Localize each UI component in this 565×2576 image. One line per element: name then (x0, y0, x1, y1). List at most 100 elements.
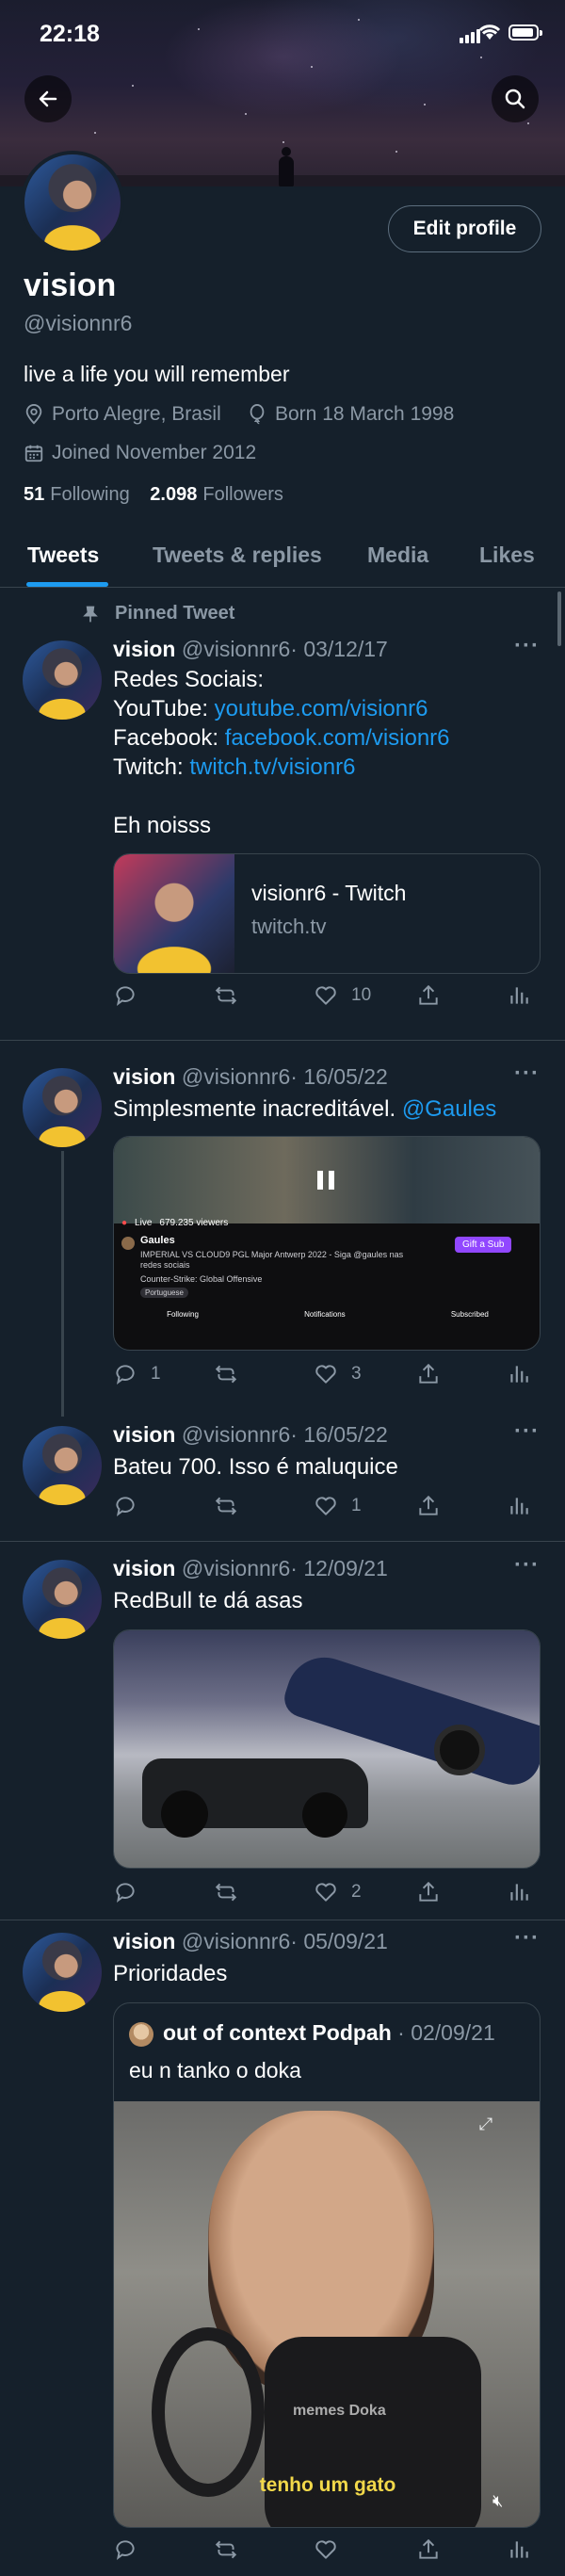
retweet-button[interactable] (214, 983, 251, 1008)
edit-profile-button[interactable]: Edit profile (388, 205, 541, 252)
stream-notifications: Notifications (304, 1310, 346, 1319)
gift-sub-button[interactable]: Gift a Sub (455, 1237, 512, 1253)
analytics-button[interactable] (507, 983, 544, 1008)
tweet-date[interactable]: · 03/12/17 (290, 637, 388, 661)
search-button[interactable] (492, 75, 539, 122)
card-title: visionr6 - Twitch (251, 881, 407, 905)
tweet-line-label: Twitch: (113, 754, 190, 780)
tweet-body: Simplesmente inacreditável. (113, 1096, 402, 1122)
expand-icon[interactable]: ⤢ (472, 2114, 500, 2143)
tweet-line-label: YouTube: (113, 696, 215, 721)
reply-count: 1 (151, 1364, 161, 1384)
tweet-actions (113, 2537, 556, 2566)
facebook-link[interactable]: facebook.com/visionr6 (225, 725, 450, 751)
tweet-line: YouTube: youtube.com/visionr6 (113, 694, 450, 723)
profile-avatar[interactable] (21, 151, 124, 254)
profile-tabs: Tweets Tweets & replies Media Likes (0, 529, 565, 588)
retweet-icon (215, 1497, 237, 1515)
reply-button[interactable] (113, 983, 151, 1008)
scrollbar-thumb[interactable] (557, 591, 561, 646)
heart-icon (315, 1365, 336, 1384)
youtube-link[interactable]: youtube.com/visionr6 (215, 696, 428, 721)
retweet-icon (215, 986, 237, 1005)
tweet-date[interactable]: · 16/05/22 (290, 1064, 388, 1089)
tweet-avatar[interactable] (23, 1560, 102, 1639)
reply-button[interactable] (113, 1880, 151, 1904)
retweet-button[interactable] (214, 2537, 251, 2562)
stream-screenshot[interactable]: ● Live 679.235 viewers Gaules IMPERIAL VS … (113, 1136, 541, 1351)
tweet-actions: 2 (113, 1880, 556, 1908)
like-button[interactable]: 10 (314, 983, 371, 1008)
tab-likes[interactable]: Likes (479, 543, 535, 568)
tweet-line: Eh noisss (113, 813, 212, 838)
profile-location: Porto Alegre, Brasil (24, 403, 221, 426)
tweet-date[interactable]: · 05/09/21 (290, 1929, 388, 1953)
reply-icon (116, 1365, 135, 1385)
tweet-avatar[interactable] (23, 1068, 102, 1147)
reply-button[interactable]: 1 (113, 1362, 161, 1386)
reply-button[interactable] (113, 1494, 151, 1518)
share-icon (419, 984, 438, 1005)
tweet-date[interactable]: · 12/09/21 (290, 1556, 388, 1580)
author-name[interactable]: vision (113, 1556, 175, 1580)
followers-count: 2.098 (150, 484, 198, 505)
tweet-text: Prioridades (113, 1961, 228, 1986)
author-name[interactable]: vision (113, 1064, 175, 1089)
author-handle: @visionnr6 (181, 1556, 291, 1580)
more-options-button[interactable]: ··· (514, 1418, 540, 1445)
search-icon (505, 89, 525, 109)
quote-video[interactable]: ⤢ memes Doka tenho um gato 🔇︎ (114, 2101, 540, 2527)
tab-tweets-replies[interactable]: Tweets & replies (153, 543, 322, 568)
following-link[interactable]: 51 Following (24, 484, 130, 505)
tweet-avatar[interactable] (23, 1426, 102, 1505)
more-options-button[interactable]: ··· (514, 633, 540, 659)
followers-link[interactable]: 2.098 Followers (150, 484, 283, 505)
more-options-button[interactable]: ··· (514, 1925, 540, 1952)
analytics-icon (510, 1498, 528, 1515)
like-button[interactable] (314, 2537, 351, 2562)
like-button[interactable]: 1 (314, 1494, 362, 1518)
share-button[interactable] (416, 983, 454, 1008)
share-button[interactable] (416, 1880, 454, 1904)
analytics-icon (510, 987, 528, 1004)
tab-media[interactable]: Media (367, 543, 428, 568)
analytics-icon (510, 2541, 528, 2558)
tweet-image-f1-crash[interactable] (113, 1629, 541, 1869)
reply-button[interactable] (113, 2537, 151, 2562)
tweet-avatar[interactable] (23, 1933, 102, 2012)
retweet-button[interactable] (214, 1362, 251, 1386)
retweet-button[interactable] (214, 1494, 251, 1518)
tab-tweets[interactable]: Tweets (27, 543, 99, 568)
tweet-author: vision @visionnr6· 05/09/21 (113, 1929, 388, 1954)
mention-link[interactable]: @Gaules (402, 1096, 496, 1122)
author-name[interactable]: vision (113, 637, 175, 661)
link-card[interactable]: visionr6 - Twitch twitch.tv (113, 853, 541, 974)
profile-handle: @visionnr6 (24, 311, 133, 335)
share-icon (419, 2538, 438, 2559)
author-name[interactable]: vision (113, 1929, 175, 1953)
like-button[interactable]: 3 (314, 1362, 362, 1386)
share-button[interactable] (416, 1494, 454, 1518)
twitch-link[interactable]: twitch.tv/visionr6 (189, 754, 355, 780)
quoted-tweet[interactable]: out of context Podpah · 02/09/21 eu n ta… (113, 2002, 541, 2528)
heart-icon (315, 2540, 336, 2559)
analytics-button[interactable] (507, 1880, 544, 1904)
analytics-button[interactable] (507, 1494, 544, 1518)
tweet-actions: 10 (113, 983, 556, 1012)
video-subtitle: tenho um gato (259, 2474, 396, 2496)
analytics-button[interactable] (507, 2537, 544, 2562)
like-button[interactable]: 2 (314, 1880, 362, 1904)
analytics-button[interactable] (507, 1362, 544, 1386)
card-domain: twitch.tv (251, 915, 327, 938)
back-button[interactable] (24, 75, 72, 122)
reply-icon (116, 986, 135, 1006)
share-button[interactable] (416, 2537, 454, 2562)
share-button[interactable] (416, 1362, 454, 1386)
tweet-avatar[interactable] (23, 640, 102, 720)
retweet-button[interactable] (214, 1880, 251, 1904)
more-options-button[interactable]: ··· (514, 1061, 540, 1087)
more-options-button[interactable]: ··· (514, 1552, 540, 1579)
tweet-date[interactable]: · 16/05/22 (290, 1422, 388, 1447)
author-name[interactable]: vision (113, 1422, 175, 1447)
mute-icon[interactable]: 🔇︎ (492, 2491, 517, 2516)
